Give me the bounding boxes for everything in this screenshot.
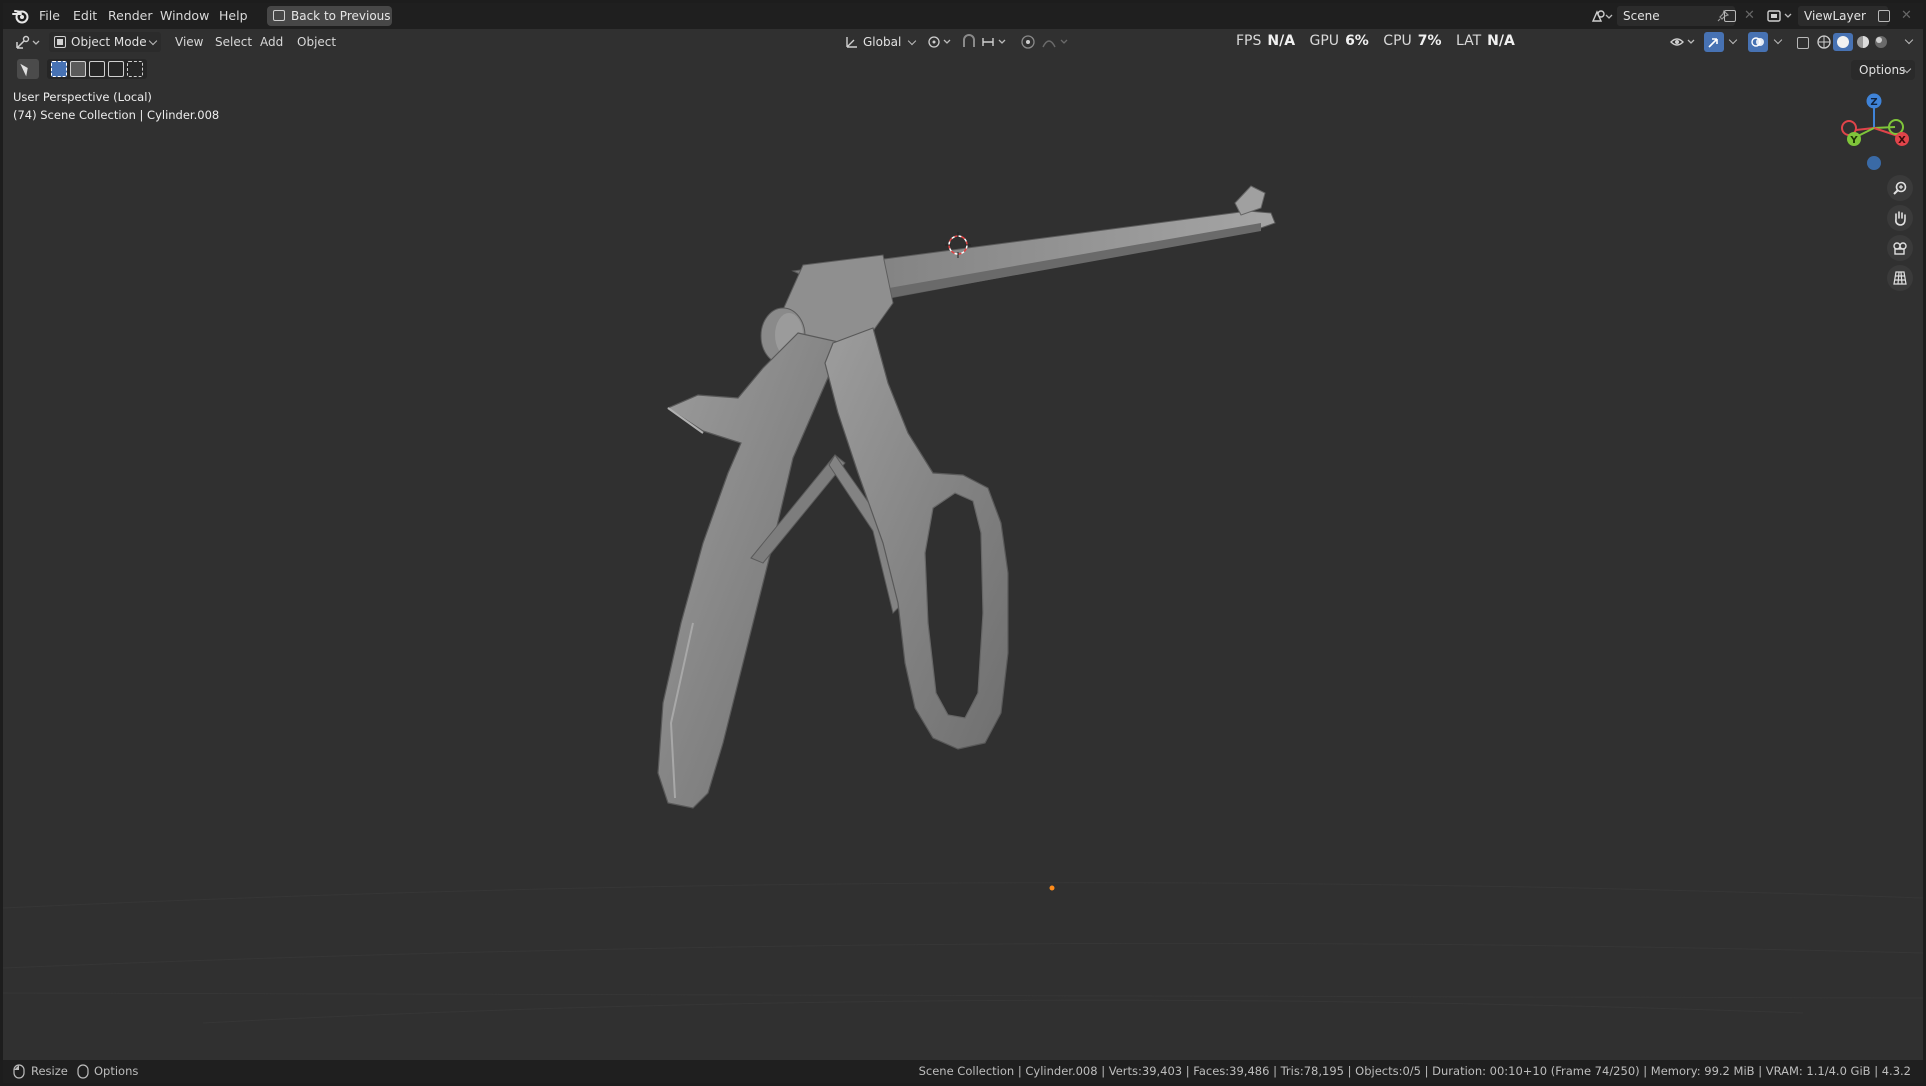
menu-select[interactable]: Select bbox=[215, 33, 252, 51]
gizmo-icon bbox=[1708, 38, 1718, 48]
new-scene-icon[interactable] bbox=[1724, 10, 1736, 22]
visibility-selectability-icon[interactable] bbox=[1669, 34, 1699, 50]
mouse-right-icon bbox=[77, 1064, 89, 1079]
menu-edit[interactable]: Edit bbox=[73, 7, 97, 25]
gizmo-options-chevron-icon[interactable] bbox=[1728, 35, 1738, 45]
menu-add[interactable]: Add bbox=[260, 33, 283, 51]
status-resize-label: Resize bbox=[31, 1064, 68, 1078]
editor-type-icon[interactable] bbox=[15, 34, 43, 50]
view-layer-field[interactable]: ViewLayer bbox=[1798, 6, 1888, 26]
gizmo-toggle-button[interactable] bbox=[1704, 32, 1724, 52]
lat-value: N/A bbox=[1487, 33, 1515, 49]
chevron-down-icon bbox=[907, 36, 917, 46]
zoom-icon bbox=[1893, 181, 1907, 195]
viewport-3d[interactable]: Z X Y bbox=[3, 55, 1923, 1060]
mode-dropdown[interactable]: Object Mode bbox=[49, 32, 161, 52]
overlays-icon bbox=[1751, 37, 1764, 47]
camera-view-button[interactable] bbox=[1887, 235, 1913, 261]
menu-view[interactable]: View bbox=[175, 33, 203, 51]
menu-render[interactable]: Render bbox=[108, 7, 153, 25]
new-view-layer-icon[interactable] bbox=[1878, 10, 1890, 22]
xray-toggle-icon[interactable] bbox=[1797, 37, 1809, 49]
delete-view-layer-icon[interactable]: ✕ bbox=[1901, 8, 1912, 23]
top-menu-bar: File Edit Render Window Help Back to Pre… bbox=[3, 3, 1923, 29]
object-mode-icon-fill bbox=[57, 39, 63, 45]
back-to-previous-button[interactable]: Back to Previous bbox=[267, 6, 392, 26]
snap-icon[interactable] bbox=[961, 34, 977, 50]
menu-help[interactable]: Help bbox=[219, 7, 248, 25]
scene-statistics: Scene Collection | Cylinder.008 | Verts:… bbox=[918, 1064, 1911, 1078]
overlays-toggle-button[interactable] bbox=[1748, 32, 1768, 52]
scene-name: Scene bbox=[1623, 9, 1660, 23]
gizmo-neg-z[interactable] bbox=[1867, 156, 1881, 170]
pan-button[interactable] bbox=[1887, 205, 1913, 231]
gizmo-z-label: Z bbox=[1870, 97, 1877, 108]
fps-value: N/A bbox=[1267, 33, 1296, 49]
shading-modes[interactable] bbox=[1815, 33, 1895, 51]
snap-target-icon[interactable] bbox=[981, 35, 1011, 49]
fps-label: FPS bbox=[1236, 33, 1262, 49]
orientation-label: Global bbox=[863, 35, 902, 49]
menu-file[interactable]: File bbox=[39, 7, 60, 25]
cpu-value: 7% bbox=[1417, 33, 1442, 49]
status-options-label: Options bbox=[94, 1064, 139, 1078]
object-origin-dot bbox=[1049, 885, 1055, 891]
scene-icon bbox=[1591, 10, 1613, 22]
transform-orientation-dropdown[interactable]: Global bbox=[841, 32, 921, 52]
rongeur-fixed-handle bbox=[657, 332, 844, 809]
rongeur-tip bbox=[1234, 185, 1266, 216]
cpu-label: CPU bbox=[1383, 33, 1412, 49]
blender-logo-icon[interactable] bbox=[12, 8, 30, 24]
back-to-previous-label: Back to Previous bbox=[291, 9, 391, 23]
falloff-icon[interactable] bbox=[1041, 35, 1071, 49]
proportional-editing-icon[interactable] bbox=[1020, 34, 1036, 50]
gizmo-y-label: Y bbox=[1849, 135, 1858, 146]
view-layer-icon[interactable] bbox=[1767, 9, 1795, 23]
orientation-axes-icon bbox=[846, 37, 857, 48]
delete-scene-icon[interactable]: ✕ bbox=[1744, 8, 1755, 23]
grid-icon bbox=[1893, 271, 1907, 285]
gizmo-x-label: X bbox=[1898, 135, 1906, 146]
blender-window: File Edit Render Window Help Back to Pre… bbox=[3, 3, 1923, 1083]
hand-icon bbox=[1895, 211, 1906, 226]
performance-hud: FPS N/A GPU 6% CPU 7% LAT N/A bbox=[1236, 31, 1525, 51]
zoom-button[interactable] bbox=[1887, 175, 1913, 201]
status-bar: Resize Options Scene Collection | Cylind… bbox=[3, 1060, 1923, 1083]
gpu-value: 6% bbox=[1345, 33, 1369, 49]
view-layer-name: ViewLayer bbox=[1804, 9, 1866, 23]
lat-label: LAT bbox=[1456, 33, 1482, 49]
perspective-toggle-button[interactable] bbox=[1887, 265, 1913, 291]
screen-icon bbox=[273, 10, 285, 21]
menu-object[interactable]: Object bbox=[297, 33, 336, 51]
floor-grid bbox=[3, 882, 1923, 1024]
shading-options-chevron-icon[interactable] bbox=[1904, 35, 1914, 45]
gpu-label: GPU bbox=[1309, 33, 1340, 49]
menu-window[interactable]: Window bbox=[160, 7, 209, 25]
pivot-point-icon[interactable] bbox=[927, 35, 955, 49]
chevron-down-icon bbox=[148, 36, 158, 46]
viewport-header: Object Mode View Select Add Object Globa… bbox=[3, 29, 1923, 55]
navigation-gizmo[interactable]: Z X Y bbox=[1841, 93, 1909, 171]
camera-icon bbox=[1893, 242, 1907, 255]
mode-label: Object Mode bbox=[71, 35, 147, 49]
rongeur-model[interactable] bbox=[657, 185, 1276, 809]
mouse-left-icon bbox=[13, 1064, 25, 1079]
overlays-options-chevron-icon[interactable] bbox=[1773, 35, 1783, 45]
